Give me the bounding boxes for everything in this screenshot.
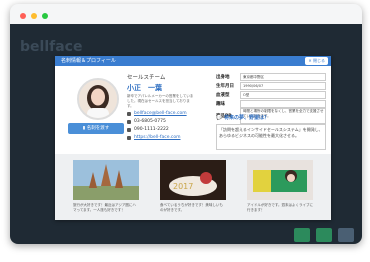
detail-value — [240, 99, 326, 108]
gallery-photo-temple[interactable] — [73, 160, 139, 200]
dream-title-text: 将来の夢、野望は？ — [223, 115, 269, 121]
mail-icon — [127, 111, 131, 116]
mobile-icon — [127, 127, 131, 132]
detail-row: 出身地 東京都中野区 — [216, 72, 326, 81]
toolbar-button-1[interactable] — [294, 228, 310, 242]
website-link[interactable]: https://bell-face.com — [134, 135, 181, 140]
modal-title: 名刺情報＆プロフィール — [61, 58, 116, 64]
gallery-caption: 食べているうちが好きです！美味しいものが好きです。 — [160, 203, 223, 212]
bottom-right-toolbar — [294, 228, 354, 242]
person-name: 小正 一葉 — [127, 84, 162, 92]
detail-label: 生年月日 — [216, 83, 234, 89]
email-link[interactable]: bellface@bell-face.com — [134, 111, 187, 116]
gallery-caption: 旅行が大好きです！最近はアジア圏にハマってます。一人旅も好きです！ — [73, 203, 136, 212]
card-button-label: 名刺を渡す — [86, 126, 110, 131]
phone-row: 03-6805-0775 — [127, 119, 166, 124]
detail-label: 血液型 — [216, 92, 230, 98]
pass-card-button[interactable]: ▮ 名刺を渡す — [68, 123, 124, 134]
detail-row: 趣味 — [216, 99, 326, 108]
dream-title: 💬 将来の夢、野望は？ — [216, 114, 269, 121]
mobile-number: 090-1111-2222 — [134, 127, 169, 132]
url-row: https://bell-face.com — [127, 135, 181, 140]
gallery-photo-food[interactable]: 2017 — [160, 160, 226, 200]
svg-text:2017: 2017 — [173, 182, 193, 191]
detail-label: 趣味 — [216, 101, 225, 107]
avatar — [77, 78, 119, 120]
bellface-logo: bellface — [20, 39, 83, 55]
window-controls — [20, 13, 48, 19]
toolbar-button-3[interactable] — [338, 228, 354, 242]
chat-icon: 💬 — [216, 115, 223, 121]
zoom-window-dot[interactable] — [42, 13, 48, 19]
app-window: bellface 名刺情報＆プロフィール ✕ 閉じる ▮ 名刺を渡す セールスチ… — [10, 4, 362, 244]
card-icon: ▮ — [82, 126, 86, 131]
profile-modal: 名刺情報＆プロフィール ✕ 閉じる ▮ 名刺を渡す セールスチーム 小正 一葉 … — [55, 56, 331, 220]
photo-gallery: 旅行が大好きです！最近はアジア圏にハマってます。一人旅も好きです！ 2017 食… — [55, 154, 331, 220]
detail-value: 東京都中野区 — [240, 72, 326, 81]
detail-row: 血液型 O型 — [216, 90, 326, 99]
phone-icon — [127, 119, 131, 124]
close-label: 閉じる — [313, 58, 325, 63]
close-window-dot[interactable] — [20, 13, 26, 19]
email-row: bellface@bell-face.com — [127, 111, 187, 116]
profile-bio: 新卒でアパレルメーカーの営業をしていました。現在はセールスを担当しております。 — [127, 94, 194, 108]
gallery-photo-idol[interactable] — [247, 160, 313, 200]
mobile-row: 090-1111-2222 — [127, 127, 169, 132]
detail-row: 生年月日 1990/06/07 — [216, 81, 326, 90]
minimize-window-dot[interactable] — [31, 13, 37, 19]
detail-value: O型 — [240, 90, 326, 99]
toolbar-button-2[interactable] — [316, 228, 332, 242]
dream-text: 「訪問を超えるインサイドセールスシステム」を開発し、あらゆるビジネスの可能性を最… — [216, 124, 326, 150]
gallery-caption: アイドルが好きです。週末はよくライブに行きます！ — [247, 203, 313, 212]
link-icon — [127, 135, 131, 140]
modal-header: 名刺情報＆プロフィール ✕ 閉じる — [55, 56, 331, 66]
company-name: セールスチーム — [127, 75, 166, 81]
detail-label: 出身地 — [216, 74, 230, 80]
close-button[interactable]: ✕ 閉じる — [305, 57, 328, 65]
phone-number: 03-6805-0775 — [134, 119, 166, 124]
detail-value: 1990/06/07 — [240, 81, 326, 90]
